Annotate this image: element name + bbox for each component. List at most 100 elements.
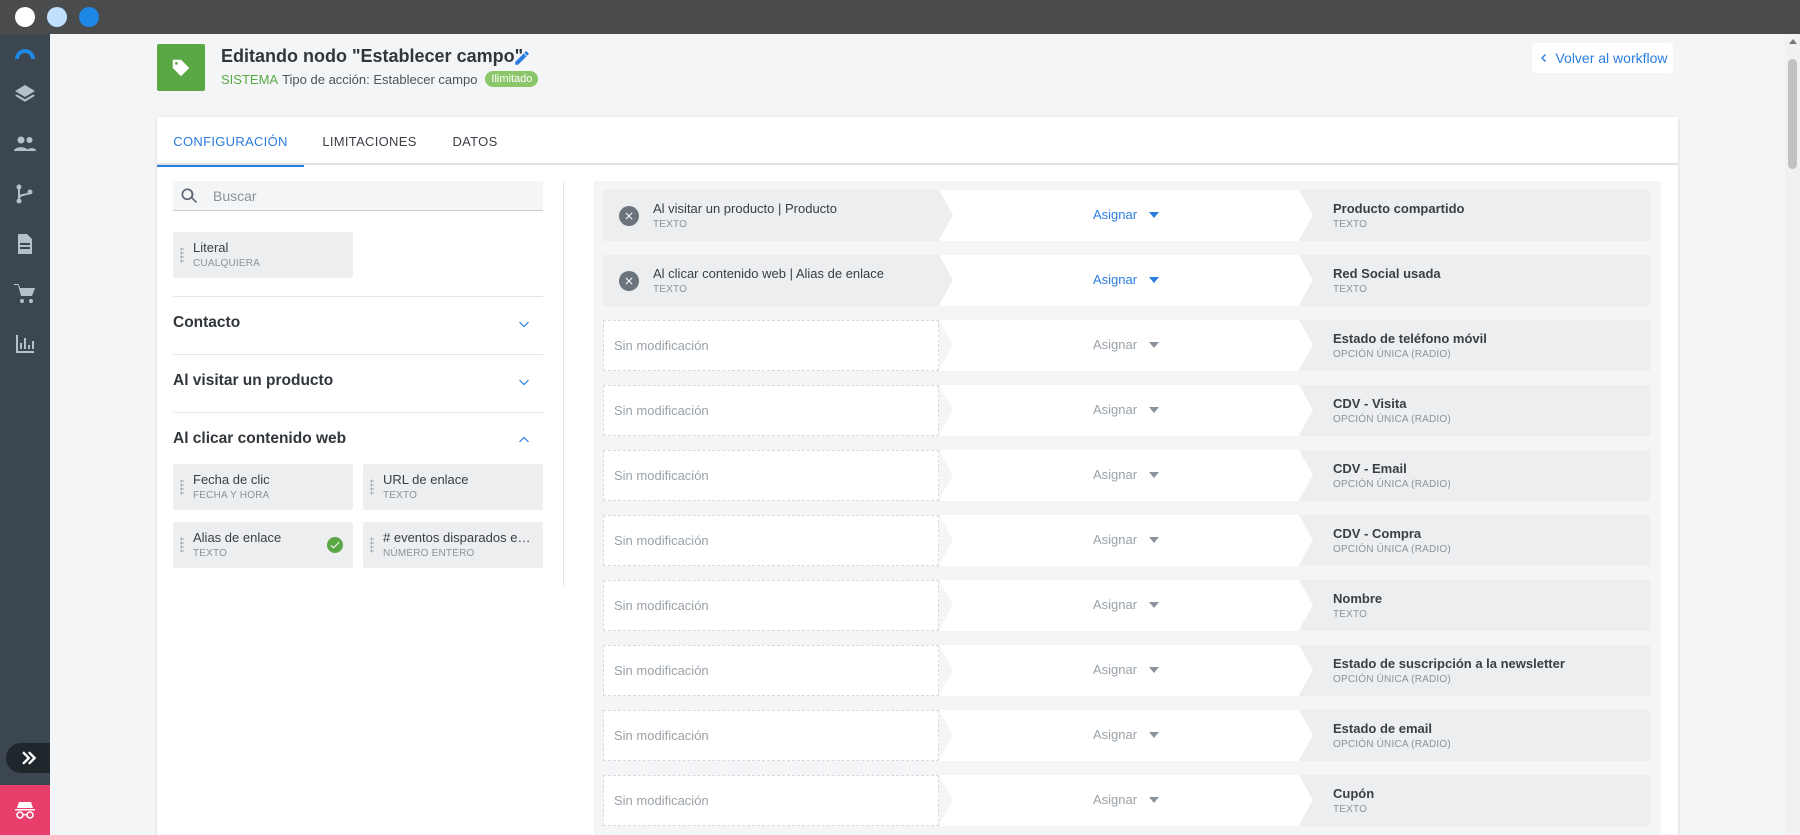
scroll-up-arrow-icon[interactable] xyxy=(1789,39,1797,44)
system-label: SISTEMA xyxy=(221,71,279,87)
drag-handle-icon[interactable] xyxy=(370,479,374,495)
search-input[interactable] xyxy=(213,187,513,204)
scroll-thumb[interactable] xyxy=(1788,59,1797,169)
user-avatar-button[interactable] xyxy=(0,785,50,835)
mapping-arrow xyxy=(939,450,953,500)
mapping-target-type: OPCIÓN ÚNICA (RADIO) xyxy=(1333,544,1451,555)
field-chip-url-de-enlace[interactable]: URL de enlace TEXTO xyxy=(363,464,543,510)
assign-dropdown[interactable]: Asignar xyxy=(1093,597,1160,612)
document-icon[interactable] xyxy=(0,224,50,264)
pencil-icon[interactable] xyxy=(513,49,531,67)
drag-handle-icon[interactable] xyxy=(180,479,184,495)
mapping-source[interactable]: Al visitar un producto | Producto TEXTO xyxy=(603,190,939,241)
tag-icon xyxy=(157,44,205,91)
field-chip-eventos-disparados[interactable]: # eventos disparados en el embudo NÚMERO… xyxy=(363,522,543,568)
mapping-source-label: Sin modificación xyxy=(614,533,709,548)
assign-dropdown[interactable]: Asignar xyxy=(1093,727,1160,742)
mapping-target-type: OPCIÓN ÚNICA (RADIO) xyxy=(1333,674,1451,685)
mapping-source-type: TEXTO xyxy=(653,219,688,230)
caret-down-icon xyxy=(1149,536,1160,543)
assign-label: Asignar xyxy=(1093,337,1138,352)
caret-down-icon xyxy=(1149,471,1160,478)
remove-icon[interactable] xyxy=(619,206,639,226)
assign-label: Asignar xyxy=(1093,272,1138,287)
mapping-source-empty[interactable]: Sin modificación xyxy=(603,385,939,436)
back-to-workflow-button[interactable]: Volver al workflow xyxy=(1532,43,1673,73)
mapping-source-empty[interactable]: Sin modificación xyxy=(603,450,939,501)
mapping-arrow xyxy=(939,190,953,240)
assign-dropdown[interactable]: Asignar xyxy=(1093,792,1160,807)
mapping-source-empty[interactable]: Sin modificación xyxy=(603,710,939,761)
assign-label: Asignar xyxy=(1093,467,1138,482)
assign-dropdown[interactable]: Asignar xyxy=(1093,467,1160,482)
tab-configuracion[interactable]: CONFIGURACIÓN xyxy=(157,117,304,167)
assign-label: Asignar xyxy=(1093,662,1138,677)
assign-dropdown[interactable]: Asignar xyxy=(1093,662,1160,677)
incognito-icon xyxy=(15,802,35,819)
section-contacto[interactable]: Contacto xyxy=(173,296,543,354)
mapping-row: Sin modificación Asignar Cupón TEXTO xyxy=(603,775,1650,826)
tab-datos[interactable]: DATOS xyxy=(435,117,515,165)
section-title: Contacto xyxy=(173,314,241,331)
chart-icon[interactable] xyxy=(0,324,50,364)
mapping-arrow xyxy=(939,515,953,565)
window-maximize-button[interactable] xyxy=(79,7,99,27)
section-al-clicar-contenido-web[interactable]: Al clicar contenido web xyxy=(173,412,543,470)
mapping-target-label: Estado de teléfono móvil xyxy=(1333,331,1487,346)
assign-dropdown[interactable]: Asignar xyxy=(1093,402,1160,417)
window-close-button[interactable] xyxy=(15,7,35,27)
mapping-source-empty[interactable]: Sin modificación xyxy=(603,645,939,696)
assign-dropdown[interactable]: Asignar xyxy=(1093,337,1160,352)
drag-handle-icon[interactable] xyxy=(370,537,374,553)
search-box xyxy=(173,181,543,211)
cart-icon[interactable] xyxy=(0,274,50,314)
field-chip-label: Alias de enlace xyxy=(193,530,282,545)
mapping-source-empty[interactable]: Sin modificación xyxy=(603,580,939,631)
mapping-source-empty[interactable]: Sin modificación xyxy=(603,775,939,826)
expand-sidebar-button[interactable] xyxy=(6,743,50,773)
sidebar xyxy=(0,34,50,835)
mapping-row: Sin modificación Asignar Estado de teléf… xyxy=(603,320,1650,371)
section-al-visitar-un-producto[interactable]: Al visitar un producto xyxy=(173,354,543,412)
drag-handle-icon[interactable] xyxy=(180,537,184,553)
mapping-source-label: Sin modificación xyxy=(614,793,709,808)
tab-bar: CONFIGURACIÓN LIMITACIONES DATOS xyxy=(157,117,1678,167)
mapping-target: Estado de teléfono móvil OPCIÓN ÚNICA (R… xyxy=(1299,320,1650,371)
assign-dropdown[interactable]: Asignar xyxy=(1093,272,1160,287)
layers-icon[interactable] xyxy=(0,74,50,114)
drag-handle-icon[interactable] xyxy=(180,247,184,263)
field-chip-label: Literal xyxy=(193,240,229,255)
mapping-row: Sin modificación Asignar Estado de email… xyxy=(603,710,1650,761)
window-minimize-button[interactable] xyxy=(47,7,67,27)
mapping-target-label: Red Social usada xyxy=(1333,266,1441,281)
mapping-target-label: CDV - Visita xyxy=(1333,396,1407,411)
page-scrollbar[interactable] xyxy=(1785,34,1800,835)
workflow-icon[interactable] xyxy=(0,174,50,214)
chevron-left-icon xyxy=(1541,54,1547,62)
logo-icon[interactable] xyxy=(0,34,50,74)
people-icon[interactable] xyxy=(0,124,50,164)
mapping-row: Sin modificación Asignar Nombre TEXTO xyxy=(603,580,1650,631)
mapping-source[interactable]: Al clicar contenido web | Alias de enlac… xyxy=(603,255,939,306)
mapping-target: Estado de email OPCIÓN ÚNICA (RADIO) xyxy=(1299,710,1650,761)
field-chip-alias-de-enlace[interactable]: Alias de enlace TEXTO xyxy=(173,522,353,568)
mapping-source-empty[interactable]: Sin modificación xyxy=(603,320,939,371)
mapping-source-empty[interactable]: Sin modificación xyxy=(603,515,939,566)
tab-limitaciones[interactable]: LIMITACIONES xyxy=(304,117,435,165)
remove-icon[interactable] xyxy=(619,271,639,291)
section-title: Al visitar un producto xyxy=(173,372,334,389)
assign-dropdown[interactable]: Asignar xyxy=(1093,532,1160,547)
mapping-source-label: Sin modificación xyxy=(614,598,709,613)
mapping-target-type: TEXTO xyxy=(1333,609,1368,620)
field-chip-literal[interactable]: Literal CUALQUIERA xyxy=(173,232,353,278)
mapping-target-type: OPCIÓN ÚNICA (RADIO) xyxy=(1333,739,1451,750)
mapping-target: Producto compartido TEXTO xyxy=(1299,190,1650,241)
mapping-row: Al clicar contenido web | Alias de enlac… xyxy=(603,255,1650,306)
mapping-target-label: CDV - Compra xyxy=(1333,526,1422,541)
mapping-row: Sin modificación Asignar CDV - Email OPC… xyxy=(603,450,1650,501)
field-chip-type: TEXTO xyxy=(383,490,418,501)
check-icon xyxy=(327,537,343,553)
field-chip-fecha-de-clic[interactable]: Fecha de clic FECHA Y HORA xyxy=(173,464,353,510)
double-chevron-right-icon xyxy=(22,751,37,765)
assign-dropdown[interactable]: Asignar xyxy=(1093,207,1160,222)
